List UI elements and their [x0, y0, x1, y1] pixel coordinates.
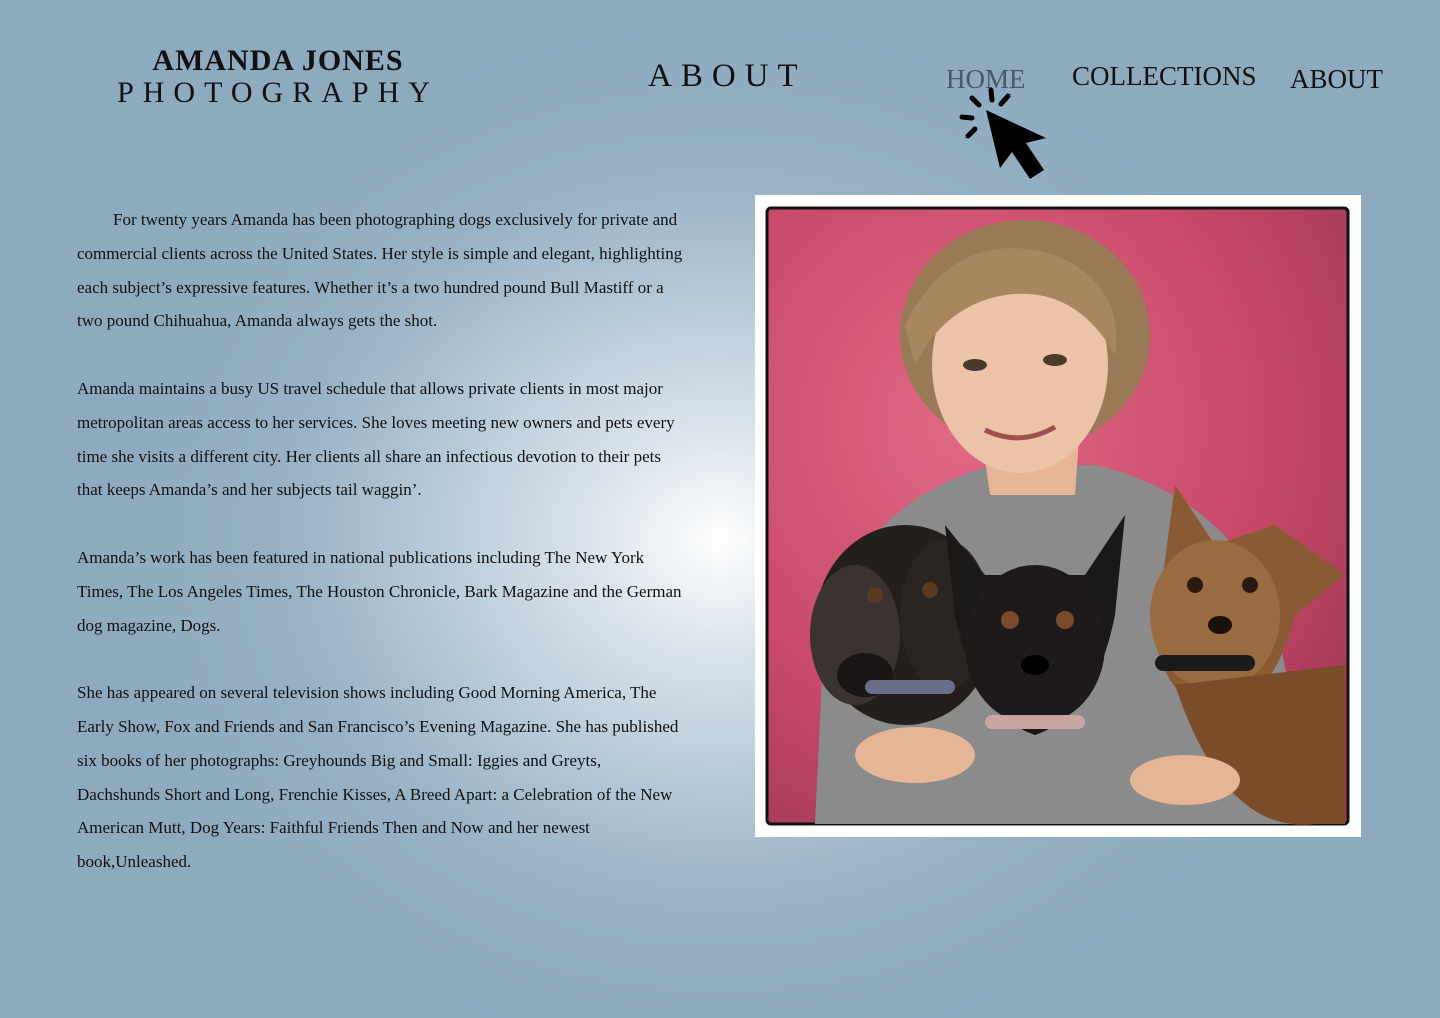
nav-about-link[interactable]: ABOUT	[1290, 64, 1383, 95]
bio-text: For twenty years Amanda has been photogr…	[77, 203, 683, 913]
bio-paragraph: She has appeared on several television s…	[77, 683, 679, 872]
bio-paragraph: Amanda’s work has been featured in natio…	[77, 547, 682, 635]
page-heading: ABOUT	[648, 58, 807, 94]
portrait-photo	[765, 206, 1350, 826]
click-pointer-icon	[958, 86, 1058, 184]
nav-collections-link[interactable]: COLLECTIONS	[1072, 61, 1257, 92]
logo-name: AMANDA JONES	[152, 44, 404, 77]
site-logo[interactable]: AMANDA JONES PHOTOGRAPHY	[108, 44, 448, 108]
bio-paragraph: For twenty years Amanda has been photogr…	[77, 210, 683, 331]
portrait-photo-frame	[755, 195, 1361, 837]
bio-paragraph: Amanda maintains a busy US travel schedu…	[77, 378, 675, 500]
logo-subtitle: PHOTOGRAPHY	[117, 76, 439, 109]
